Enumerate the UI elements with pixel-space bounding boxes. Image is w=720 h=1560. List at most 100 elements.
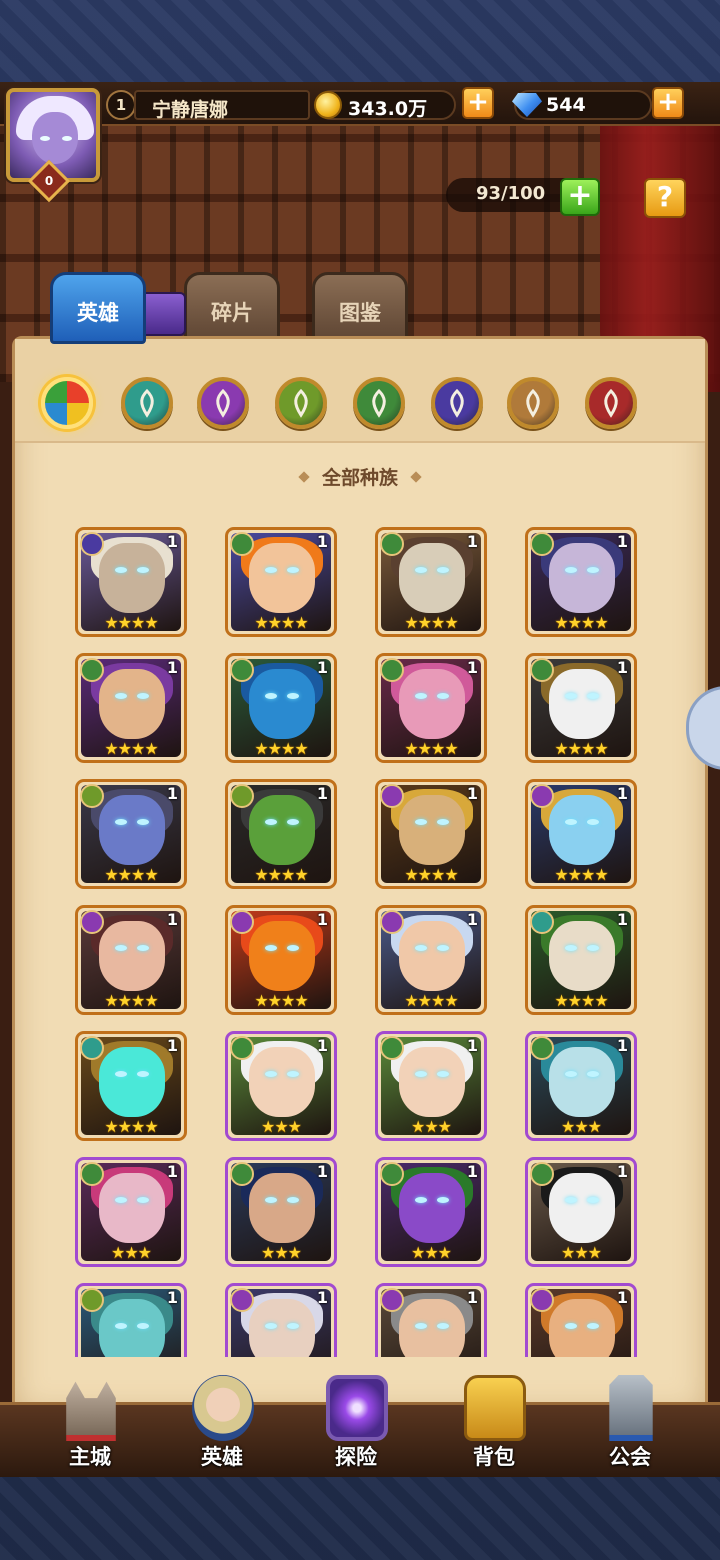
hero-level: 1 [316,784,328,803]
hero-stars: ★★★★ [254,613,308,632]
hero-card[interactable]: 1 ★★★★ [375,527,487,637]
add-diamond-button[interactable]: + [652,87,684,119]
fortress-faction-icon[interactable] [275,377,327,429]
player-name: 宁静唐娜 [152,99,229,121]
hero-card[interactable]: 1 ★★★★ [525,905,637,1015]
race-icon [230,784,254,808]
race-icon [530,1162,554,1186]
race-icon [80,1162,104,1186]
tab-codex[interactable]: 图鉴 [312,272,408,344]
hero-card[interactable]: 1 ★★★★ [225,653,337,763]
section-title-text: 全部种族 [321,467,398,489]
hero-card[interactable]: 1 ★★★★ [75,779,187,889]
hero-stars: ★★★★ [254,865,308,884]
hero-stars: ★★★ [410,1117,452,1136]
light-faction-icon[interactable] [585,377,637,429]
hero-card[interactable]: 1★★★ [375,1157,487,1267]
forest-faction-icon[interactable] [121,377,173,429]
race-icon [530,910,554,934]
diamond-icon [512,93,542,117]
hero-card[interactable]: 1★★★ [375,1283,487,1357]
help-button[interactable]: ? [644,178,686,218]
player-level: 1 [106,90,136,120]
nav-hero[interactable]: 英雄 [162,1375,282,1477]
hero-card[interactable]: 1 ★★★★ [375,653,487,763]
tab-heroes[interactable]: 英雄 [50,272,146,344]
hero-card[interactable]: 1 ★★★ [525,1157,637,1267]
hero-level: 1 [166,1288,178,1307]
nav-castle[interactable]: 主城 [30,1375,150,1477]
race-icon [230,1288,254,1312]
hero-card[interactable]: 1 ★★★★ [225,527,337,637]
shadow-faction-icon[interactable] [197,377,249,429]
hero-stars: ★★★★ [404,739,458,758]
hero-stars: ★★★★ [254,739,308,758]
hero-card[interactable]: 1★★★ [225,1031,337,1141]
race-icon [80,910,104,934]
hero-stars: ★★★★ [254,991,308,1010]
hero-card[interactable]: 1 ★★★★ [375,779,487,889]
race-icon [530,532,554,556]
gold-coin-icon [314,91,342,119]
hero-stars: ★★★ [260,1117,302,1136]
expand-capacity-button[interactable]: + [560,178,600,216]
dark-faction-icon[interactable] [507,377,559,429]
race-icon [380,1036,404,1060]
hero-card[interactable]: 1★★★ [75,1283,187,1357]
hero-card[interactable]: 1★★★ [525,1031,637,1141]
hero-card[interactable]: 1 ★★★★ [75,1031,187,1141]
abyss-faction-icon[interactable] [431,377,483,429]
hero-stars: ★★★★ [104,739,158,758]
portal-icon [326,1375,388,1441]
hero-card[interactable]: 1 ★★★★ [225,779,337,889]
hero-stars: ★★★★ [554,739,608,758]
nature-faction-icon[interactable] [353,377,405,429]
hero-card[interactable]: 1 ★★★★ [525,779,637,889]
tab-fragments[interactable]: 碎片 [184,272,280,344]
nav-backpack[interactable]: 背包 [434,1375,554,1477]
all-factions-icon[interactable] [41,377,93,429]
hero-level: 1 [616,1162,628,1181]
hero-grid: 1 ★★★★ 1 ★★★★ 1 ★★★★ 1 ★★★★ 1 ★★★★ 1 ★★★★ 1 ★★★★ 1 ★★★★… [75,527,655,1357]
race-icon [80,1036,104,1060]
hero-card[interactable]: 1 ★★★ [375,1031,487,1141]
hero-card[interactable]: 1★★★ [225,1283,337,1357]
race-icon [80,658,104,682]
hero-level: 1 [466,658,478,677]
hero-card[interactable]: 1★★★ [225,1157,337,1267]
hero-level: 1 [616,1036,628,1055]
add-gold-button[interactable]: + [462,87,494,119]
hero-capacity-text: 93/100 [476,183,546,204]
hero-card[interactable]: 1★★★ [75,1157,187,1267]
gold-amount: 343.0万 [348,98,428,120]
hero-level: 1 [316,910,328,929]
hero-card[interactable]: 1 ★★★★ [225,905,337,1015]
hero-level: 1 [166,784,178,803]
race-icon [530,784,554,808]
hero-stars: ★★★★ [404,991,458,1010]
race-icon [80,1288,104,1312]
hero-stars: ★★★★ [104,1117,158,1136]
hero-card[interactable]: 1 ★★★★ [525,527,637,637]
game-screen: 0 1 宁静唐娜 343.0万 + 544 + 93/100 + ? 英雄 碎片… [0,82,720,1477]
race-icon [380,1288,404,1312]
race-icon [80,784,104,808]
nav-portal[interactable]: 探险 [296,1375,416,1477]
hero-card[interactable]: 1 ★★★★ [75,527,187,637]
nav-guild-tower[interactable]: 公会 [570,1375,690,1477]
hero-card[interactable]: 1★★★ [525,1283,637,1357]
hero-stars: ★★★★ [404,865,458,884]
hero-card[interactable]: 1 ★★★★ [375,905,487,1015]
book-decoration [140,292,186,336]
race-icon [530,658,554,682]
diamond-bar: 544 [512,90,652,120]
player-name-bar[interactable]: 宁静唐娜 [134,90,310,121]
hero-level: 1 [166,1162,178,1181]
race-icon [80,532,104,556]
hero-stars: ★★★ [560,1243,602,1262]
hero-card[interactable]: 1 ★★★★ [75,905,187,1015]
hero-card[interactable]: 1 ★★★★ [75,653,187,763]
hero-card[interactable]: 1 ★★★★ [525,653,637,763]
hero-level: 1 [466,1036,478,1055]
nav-label: 背包 [473,1445,515,1469]
